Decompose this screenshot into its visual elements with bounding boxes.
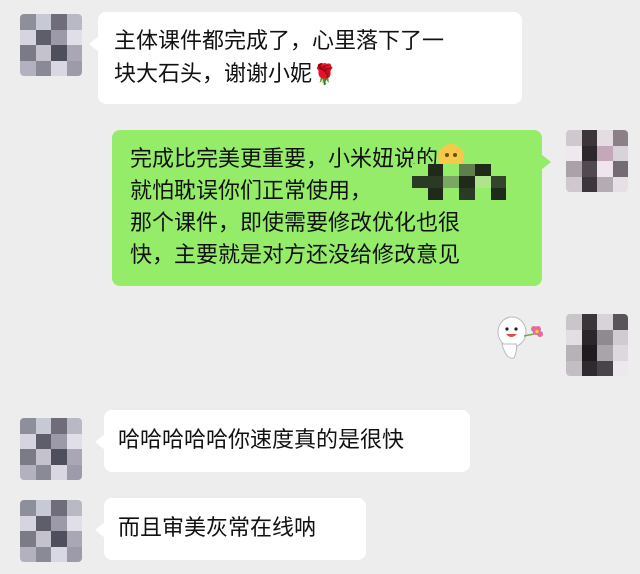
message-text: 那个课件，即使需要修改优化也很 [130,211,461,236]
message-bubble-incoming[interactable]: 而且审美灰常在线呐 [95,498,366,560]
mosaic-redaction [412,164,522,200]
message-bubble-incoming[interactable]: 主体课件都完成了，心里落下了一 块大石头，谢谢小妮🌹 [89,12,522,104]
message-bubble-outgoing[interactable]: 完成比完美更重要，小米妞说的 就怕耽误你们正常使用， 那个课件，即使需要修改优化… [112,130,551,286]
self-avatar[interactable] [566,314,628,376]
rose-icon: 🌹 [312,62,337,86]
contact-avatar[interactable] [20,14,82,76]
message-text: 而且审美灰常在线呐 [118,516,317,541]
self-avatar[interactable] [566,130,628,192]
contact-avatar[interactable] [20,418,82,480]
contact-avatar[interactable] [20,500,82,562]
message-text: 主体课件都完成了，心里落下了一 [114,29,445,54]
message-text: 哈哈哈哈哈你速度真的是很快 [118,428,405,453]
message-bubble-incoming[interactable]: 哈哈哈哈哈你速度真的是很快 [95,410,470,472]
message-text: 块大石头，谢谢小妮🌹 [114,62,337,87]
flower-sticker[interactable] [492,312,548,364]
message-text: 快，主要就是对方还没给修改意见 [130,243,461,268]
